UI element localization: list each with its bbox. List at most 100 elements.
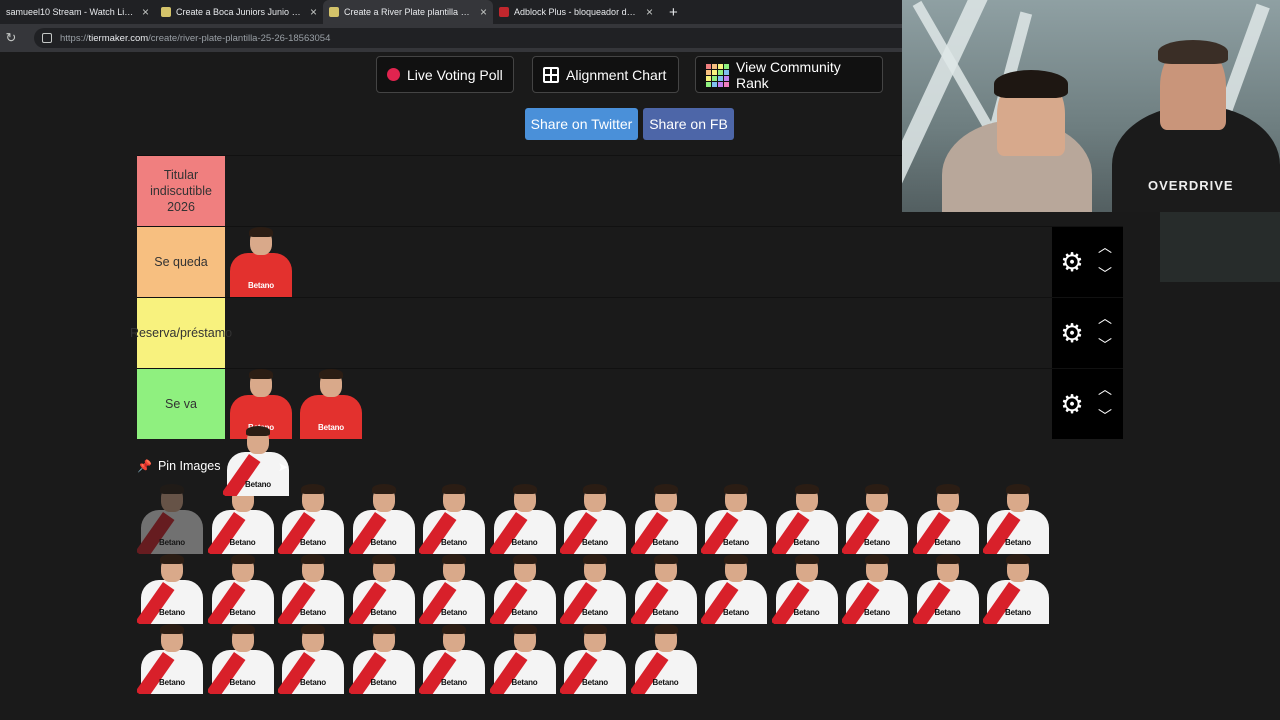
- tier-label-1[interactable]: Titular indiscutible 2026: [137, 156, 225, 226]
- player-card[interactable]: Betano: [560, 554, 630, 624]
- sponsor-text: Betano: [1005, 538, 1031, 547]
- mouse-cursor-icon: ➤: [278, 460, 289, 474]
- close-tab-icon[interactable]: ×: [142, 6, 149, 18]
- move-down-icon[interactable]: ﹀: [1096, 408, 1114, 424]
- close-tab-icon[interactable]: ×: [480, 6, 487, 18]
- shirt-text: OVERDRIVE: [1148, 178, 1234, 193]
- tier-label-text: Titular indiscutible 2026: [150, 168, 212, 214]
- move-up-icon[interactable]: ︿: [1096, 239, 1114, 255]
- player-card[interactable]: Betano: [701, 484, 771, 554]
- sponsor-text: Betano: [370, 608, 397, 617]
- sponsor-text: Betano: [159, 678, 185, 687]
- community-rank-label: View Community Rank: [736, 58, 841, 91]
- player-card[interactable]: Betano: [842, 484, 912, 554]
- move-down-icon[interactable]: ﹀: [1096, 337, 1114, 353]
- player-card[interactable]: Betano: [630, 624, 701, 694]
- player-card[interactable]: Betano: [207, 624, 278, 694]
- player-card[interactable]: Betano: [348, 624, 419, 694]
- tab-title: Create a River Plate plantilla 25/2: [344, 7, 474, 17]
- player-card[interactable]: Betano: [278, 624, 348, 694]
- tiermaker-favicon-icon: [329, 7, 339, 17]
- gear-icon[interactable]: ⚙: [1058, 319, 1086, 347]
- new-tab-icon[interactable]: +: [669, 5, 678, 20]
- player-card[interactable]: Betano: [419, 484, 489, 554]
- player-card[interactable]: Betano: [348, 484, 419, 554]
- player-card[interactable]: Betano: [842, 554, 912, 624]
- player-card[interactable]: Betano: [771, 484, 842, 554]
- community-rank-icon: [706, 63, 729, 87]
- player-card[interactable]: Betano: [137, 554, 207, 624]
- tier-label-text: Reserva/préstamo: [129, 326, 233, 340]
- player-card[interactable]: Betano: [912, 554, 983, 624]
- sponsor-text: Betano: [793, 538, 820, 547]
- player-card[interactable]: Betano: [560, 624, 630, 694]
- player-card[interactable]: Betano: [137, 624, 207, 694]
- sponsor-text: Betano: [248, 281, 274, 290]
- sponsor-text: Betano: [511, 678, 538, 687]
- pin-images-label: Pin Images: [157, 459, 221, 473]
- move-up-icon[interactable]: ︿: [1096, 381, 1114, 397]
- pin-images-toggle[interactable]: 📌 Pin Images: [137, 457, 220, 475]
- url-text: https://tiermaker.com/create/river-plate…: [60, 32, 331, 44]
- player-card[interactable]: Betano: [912, 484, 983, 554]
- gear-icon[interactable]: ⚙: [1058, 390, 1086, 418]
- sponsor-text: Betano: [652, 678, 679, 687]
- player-card[interactable]: Betano: [983, 484, 1053, 554]
- move-up-icon[interactable]: ︿: [1096, 310, 1114, 326]
- adblock-favicon-icon: [499, 7, 509, 17]
- sponsor-text: Betano: [300, 608, 326, 617]
- reload-icon[interactable]: ↻: [4, 31, 18, 45]
- tab-adblock-plus[interactable]: Adblock Plus - bloqueador de an ×: [493, 0, 659, 24]
- player-card[interactable]: Betano: [419, 624, 489, 694]
- player-card[interactable]: Betano: [489, 624, 560, 694]
- player-card[interactable]: Betano: [489, 484, 560, 554]
- sponsor-text: Betano: [159, 538, 185, 547]
- webcam-background-strip: [1160, 212, 1280, 282]
- sponsor-text: Betano: [511, 538, 538, 547]
- player-card[interactable]: Betano: [489, 554, 560, 624]
- tier-items-2[interactable]: Betano: [226, 227, 296, 297]
- player-card[interactable]: Betano: [296, 369, 366, 439]
- player-card[interactable]: Betano: [771, 554, 842, 624]
- tier-label-4[interactable]: Se va: [137, 369, 225, 439]
- alignment-chart-label: Alignment Chart: [566, 66, 667, 83]
- player-card[interactable]: Betano: [137, 484, 207, 554]
- tab-samueel10-stream[interactable]: samueel10 Stream - Watch Live o ×: [0, 0, 155, 24]
- sponsor-text: Betano: [300, 678, 326, 687]
- gear-icon[interactable]: ⚙: [1058, 248, 1086, 276]
- alignment-chart-button[interactable]: Alignment Chart: [532, 56, 679, 93]
- screen: samueel10 Stream - Watch Live o × Create…: [0, 0, 1280, 720]
- sponsor-text: Betano: [582, 678, 608, 687]
- tab-boca-juniors[interactable]: Create a Boca Juniors Junio 2025 ×: [155, 0, 323, 24]
- sponsor-text: Betano: [1005, 608, 1031, 617]
- close-tab-icon[interactable]: ×: [646, 6, 653, 18]
- unranked-image-pool[interactable]: Betano Betano Betano Betano Betano Betano Beta…: [137, 484, 1123, 694]
- player-card[interactable]: Betano: [630, 484, 701, 554]
- share-twitter-button[interactable]: Share on Twitter: [525, 108, 638, 140]
- player-card[interactable]: Betano: [419, 554, 489, 624]
- sponsor-text: Betano: [582, 538, 608, 547]
- sponsor-text: Betano: [229, 538, 256, 547]
- site-info-icon[interactable]: [42, 33, 52, 43]
- player-card[interactable]: Betano: [348, 554, 419, 624]
- tier-label-3[interactable]: Reserva/préstamo: [130, 298, 232, 368]
- player-card[interactable]: Betano: [226, 227, 296, 297]
- share-fb-button[interactable]: Share on FB: [643, 108, 734, 140]
- live-voting-poll-button[interactable]: Live Voting Poll: [376, 56, 514, 93]
- player-card[interactable]: Betano: [630, 554, 701, 624]
- sponsor-text: Betano: [652, 608, 679, 617]
- move-down-icon[interactable]: ﹀: [1096, 266, 1114, 282]
- player-card[interactable]: Betano: [560, 484, 630, 554]
- tab-river-plate[interactable]: Create a River Plate plantilla 25/2 ×: [323, 0, 493, 24]
- player-card[interactable]: Betano: [983, 554, 1053, 624]
- view-community-rank-button[interactable]: View Community Rank: [695, 56, 883, 93]
- tier-row-3: Reserva/préstamo ⚙ ︿ ﹀: [130, 297, 1123, 368]
- sponsor-text: Betano: [723, 538, 749, 547]
- player-card[interactable]: Betano: [207, 554, 278, 624]
- tier-label-text: Se queda: [154, 255, 208, 269]
- player-card[interactable]: Betano: [278, 554, 348, 624]
- player-card[interactable]: Betano: [701, 554, 771, 624]
- tier-label-2[interactable]: Se queda: [137, 227, 225, 297]
- sponsor-text: Betano: [934, 608, 961, 617]
- close-tab-icon[interactable]: ×: [310, 6, 317, 18]
